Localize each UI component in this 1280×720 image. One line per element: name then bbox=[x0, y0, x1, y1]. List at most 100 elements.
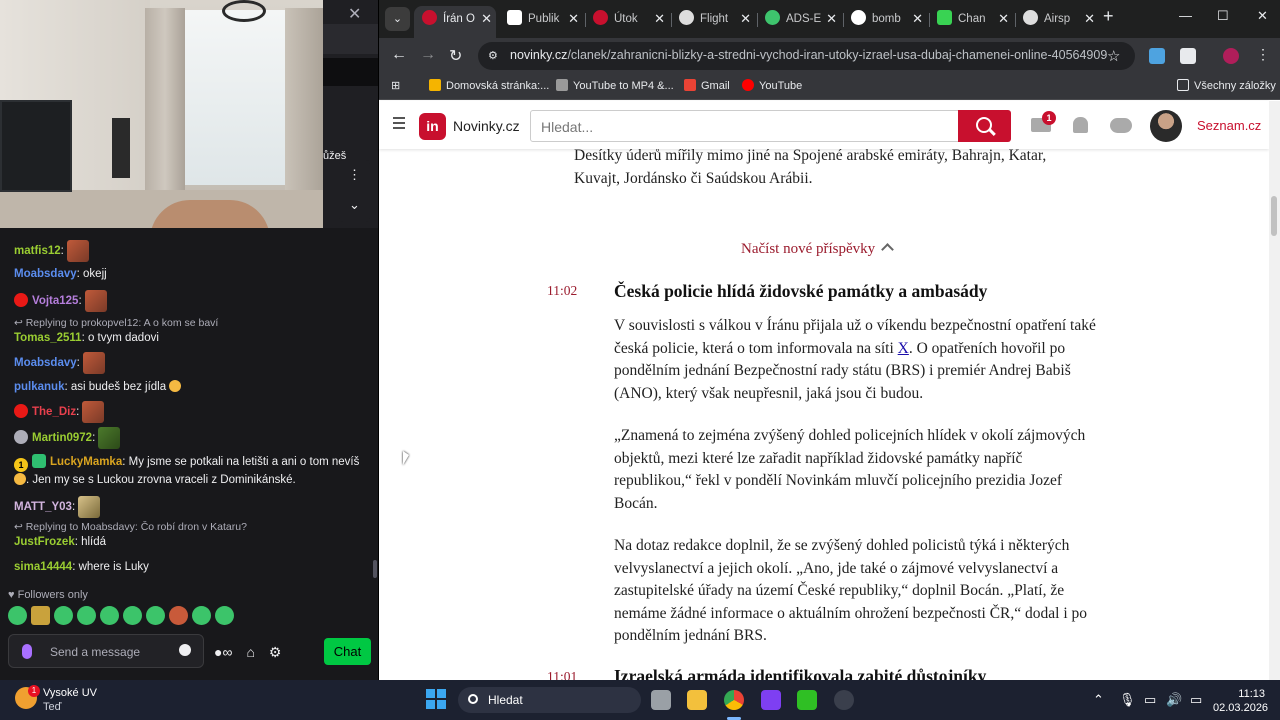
chat-username[interactable]: Moabsdavy bbox=[14, 268, 77, 280]
all-bookmarks[interactable]: Všechny záložky bbox=[1177, 79, 1276, 92]
x-link[interactable]: X bbox=[898, 340, 909, 357]
extensions-puzzle-icon[interactable] bbox=[1180, 48, 1196, 64]
close-tab-icon[interactable]: ✕ bbox=[568, 6, 579, 32]
file-explorer-icon[interactable] bbox=[687, 690, 707, 710]
chat-username[interactable]: Tomas_2511 bbox=[14, 332, 82, 344]
emote-icon[interactable] bbox=[169, 606, 188, 625]
profile-avatar[interactable] bbox=[1223, 48, 1239, 64]
site-search-input[interactable]: Hledat... bbox=[530, 110, 959, 142]
weather-title[interactable]: Vysoké UV bbox=[43, 687, 97, 699]
tab-chan[interactable]: Chan ✕ bbox=[931, 6, 1013, 34]
bookmark-item[interactable]: Gmail bbox=[684, 79, 730, 92]
forward-button[interactable]: → bbox=[420, 46, 436, 64]
page-scrollbar[interactable] bbox=[1269, 101, 1280, 680]
chat-username[interactable]: Moabsdavy bbox=[14, 357, 77, 369]
tab-search-icon[interactable]: ⌄ bbox=[385, 7, 410, 31]
novinky-logo[interactable]: in bbox=[419, 113, 446, 140]
chat-username[interactable]: LuckyMamka bbox=[50, 456, 122, 468]
load-new-posts-button[interactable]: Načíst nové příspěvky bbox=[741, 241, 895, 258]
seznam-link[interactable]: Seznam.cz bbox=[1197, 118, 1261, 133]
emote-icon[interactable] bbox=[31, 606, 50, 625]
emote-icon[interactable] bbox=[123, 606, 142, 625]
chat-scrollbar[interactable] bbox=[373, 560, 377, 578]
tab-flight[interactable]: Flight ✕ bbox=[673, 6, 755, 34]
chat-username[interactable]: pulkanuk bbox=[14, 381, 64, 393]
chat-overflow-menu[interactable]: ⋮ ⌄ bbox=[339, 160, 370, 222]
chat-username[interactable]: sima14444 bbox=[14, 561, 72, 573]
mic-icon[interactable] bbox=[22, 644, 32, 659]
tab-publik[interactable]: Publik ✕ bbox=[501, 6, 583, 34]
tab-airsp[interactable]: Airsp ✕ bbox=[1017, 6, 1099, 34]
emote-icon[interactable] bbox=[215, 606, 234, 625]
user-avatar[interactable] bbox=[1150, 110, 1182, 142]
chat-username[interactable]: The_Diz bbox=[32, 406, 76, 418]
emote-icon[interactable] bbox=[146, 606, 165, 625]
close-tab-icon[interactable]: ✕ bbox=[481, 6, 492, 32]
task-view-icon[interactable] bbox=[651, 690, 671, 710]
chevron-up-icon[interactable]: ⌃ bbox=[1093, 692, 1104, 708]
chat-username[interactable]: Vojta125 bbox=[32, 295, 78, 307]
app-icon[interactable] bbox=[834, 690, 854, 710]
emote-picker-icon[interactable] bbox=[179, 644, 191, 656]
emote-icon[interactable] bbox=[8, 606, 27, 625]
settings-icon[interactable]: ⚙ bbox=[269, 644, 282, 661]
reload-button[interactable]: ↻ bbox=[449, 46, 462, 66]
chat-bubble-icon[interactable] bbox=[1110, 118, 1132, 133]
maximize-button[interactable]: ☐ bbox=[1217, 8, 1229, 24]
back-button[interactable]: ← bbox=[391, 46, 407, 64]
chat-send-button[interactable]: Chat bbox=[324, 638, 371, 665]
bell-icon[interactable] bbox=[1073, 117, 1088, 133]
address-bar[interactable]: ⚙ novinky.cz/clanek/zahranicni-blizky-a-… bbox=[478, 42, 1135, 70]
reply-context[interactable]: ↩ Replying to prokopvel12: A o kom se ba… bbox=[14, 317, 218, 329]
close-tab-icon[interactable]: ✕ bbox=[740, 6, 751, 32]
close-window-button[interactable]: ✕ bbox=[1257, 8, 1268, 24]
site-name[interactable]: Novinky.cz bbox=[453, 118, 520, 134]
chat-username[interactable]: JustFrozek bbox=[14, 536, 75, 548]
emote-icon[interactable] bbox=[100, 606, 119, 625]
tab-ads[interactable]: ADS-E ✕ bbox=[759, 6, 841, 34]
xbox-icon[interactable] bbox=[797, 690, 817, 710]
close-tab-icon[interactable]: ✕ bbox=[1084, 6, 1095, 32]
chrome-menu-icon[interactable]: ⋮ bbox=[1256, 46, 1270, 63]
close-icon[interactable]: ✕ bbox=[348, 4, 361, 24]
chat-username[interactable]: Martin0972 bbox=[32, 432, 92, 444]
hamburger-menu-icon[interactable] bbox=[393, 117, 405, 129]
tab-bomb[interactable]: bomb ✕ bbox=[845, 6, 927, 34]
emote-icon[interactable] bbox=[192, 606, 211, 625]
bookmark-star-icon[interactable]: ☆ bbox=[1107, 47, 1120, 65]
emote-icon[interactable] bbox=[77, 606, 96, 625]
extension-icon[interactable] bbox=[1149, 48, 1165, 64]
bookmark-item[interactable]: YouTube to MP4 &... bbox=[556, 79, 674, 92]
chat-username[interactable]: matfis12 bbox=[14, 245, 61, 257]
mic-icon[interactable]: 🎙 bbox=[1119, 692, 1136, 708]
scrollbar-thumb[interactable] bbox=[1271, 196, 1277, 236]
start-button[interactable] bbox=[426, 689, 446, 709]
close-tab-icon[interactable]: ✕ bbox=[998, 6, 1009, 32]
clock[interactable]: 11:13 02.03.2026 bbox=[1213, 687, 1268, 715]
new-tab-button[interactable]: + bbox=[1103, 6, 1114, 27]
close-tab-icon[interactable]: ✕ bbox=[826, 6, 837, 32]
bookmark-item[interactable]: YouTube bbox=[742, 79, 802, 92]
close-tab-icon[interactable]: ✕ bbox=[654, 6, 665, 32]
close-tab-icon[interactable]: ✕ bbox=[912, 6, 923, 32]
search-button[interactable] bbox=[958, 110, 1011, 142]
network-icon[interactable]: ▭ bbox=[1144, 692, 1156, 708]
app-icon[interactable] bbox=[761, 690, 781, 710]
bits-icon[interactable]: ●∞ bbox=[214, 644, 232, 660]
minimize-button[interactable]: — bbox=[1179, 8, 1192, 23]
apps-icon[interactable]: ⊞ bbox=[391, 79, 400, 92]
chrome-icon[interactable] bbox=[724, 690, 744, 710]
chevron-down-icon[interactable]: ⌄ bbox=[339, 190, 370, 220]
bookmark-item[interactable]: Domovská stránka:... bbox=[429, 79, 549, 92]
more-icon[interactable]: ⋮ bbox=[339, 160, 370, 190]
taskbar-search[interactable]: Hledat bbox=[458, 687, 641, 713]
reply-context[interactable]: ↩ Replying to Moabsdavy: Čo robí dron v … bbox=[14, 521, 247, 533]
emote-icon[interactable] bbox=[54, 606, 73, 625]
store-icon[interactable]: ⌂ bbox=[246, 644, 254, 660]
chat-input[interactable]: Send a message bbox=[8, 634, 204, 668]
battery-icon[interactable]: ▭ bbox=[1190, 692, 1202, 708]
volume-icon[interactable]: 🔊 bbox=[1166, 692, 1182, 708]
site-info-icon[interactable]: ⚙ bbox=[488, 49, 502, 63]
tab-utok[interactable]: Útok ✕ bbox=[587, 6, 669, 34]
tab-iran[interactable]: Írán O ✕ bbox=[414, 6, 496, 38]
